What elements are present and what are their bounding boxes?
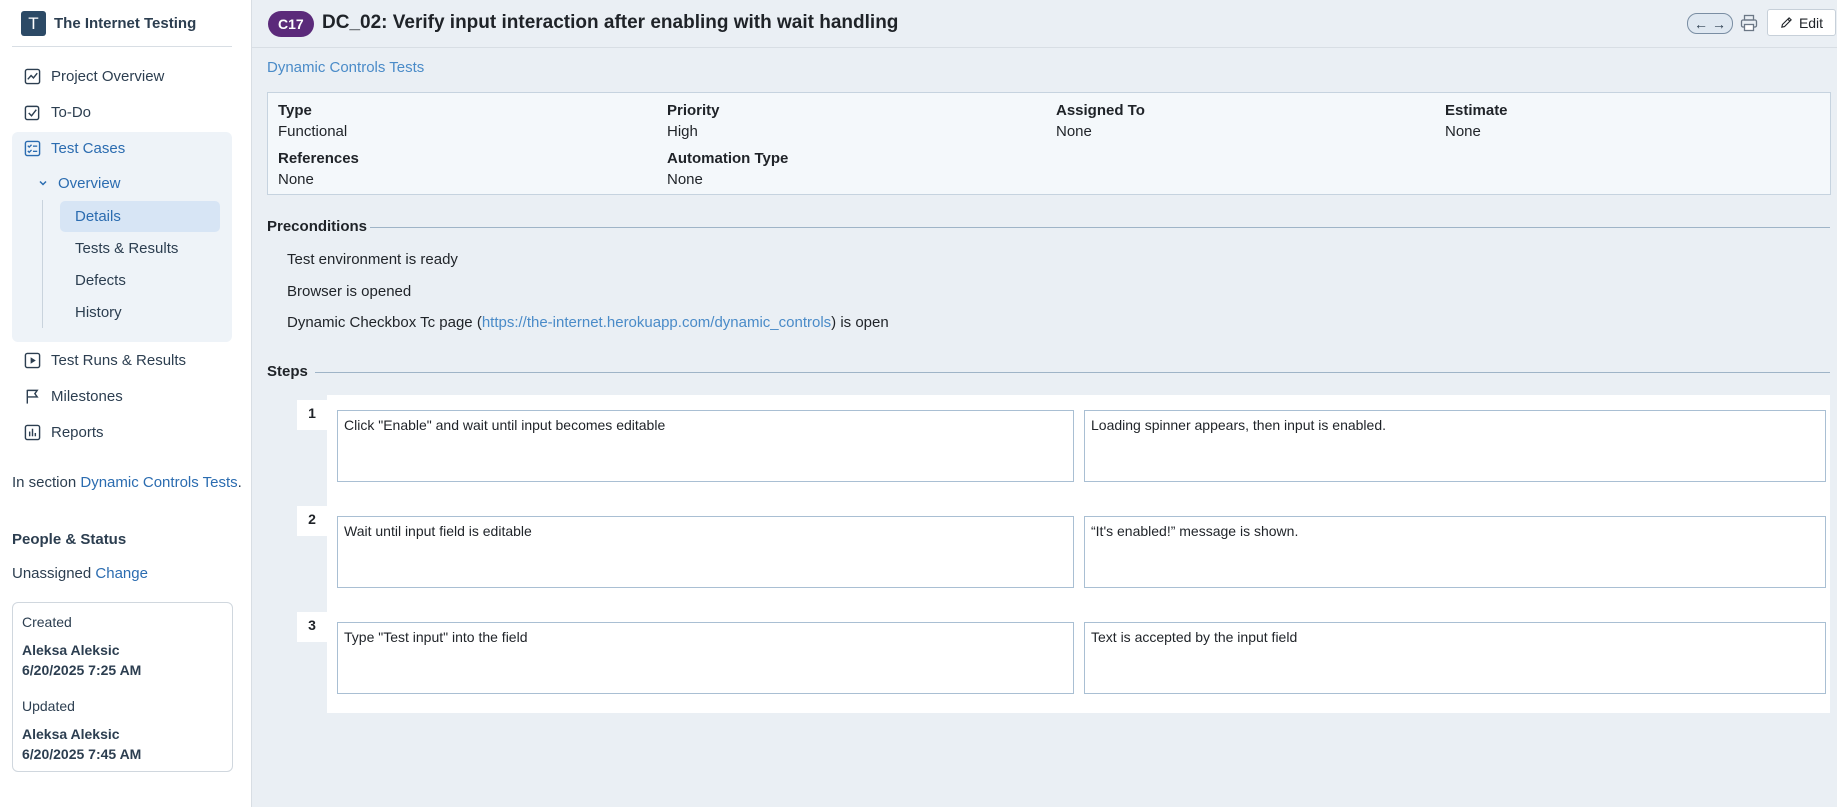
tree-line [42,200,43,328]
created-label: Created [22,614,72,630]
step-action: Click "Enable" and wait until input beco… [337,410,1074,482]
field-assigned-to: Assigned To None [1056,102,1145,140]
chart-line-icon [24,68,41,84]
field-value: None [667,171,703,188]
assignment-status: Unassigned [12,565,92,582]
created-by: Aleksa Aleksic [22,642,120,658]
nav-label: Reports [51,423,104,441]
sub-item-label: Details [75,208,121,225]
assignment-row: Unassigned Change [12,565,148,582]
audit-card: Created Aleksa Aleksic 6/20/2025 7:25 AM… [12,602,233,772]
sub-item-label: Tests & Results [75,240,179,257]
step-number: 2 [297,506,327,536]
change-assignee-link[interactable]: Change [95,565,148,582]
precondition-text: ) is open [831,314,889,331]
field-estimate: Estimate None [1445,102,1508,140]
section-prefix: In section [12,474,81,491]
nav-todo[interactable]: To-Do [12,95,232,129]
print-icon[interactable] [1740,14,1758,32]
section-link[interactable]: Dynamic Controls Tests [80,474,237,491]
pencil-icon [1781,17,1792,28]
field-value: High [667,123,698,140]
sub-item-history[interactable]: History [60,297,220,328]
nav-label: Milestones [51,387,123,405]
field-value: None [1056,123,1092,140]
sub-item-tests-results[interactable]: Tests & Results [60,233,220,264]
breadcrumb-section-link[interactable]: Dynamic Controls Tests [267,59,424,76]
people-status-heading: People & Status [12,531,127,548]
checkbox-icon [24,105,40,120]
bar-chart-icon [24,424,41,440]
prev-next-control: ← → [1687,13,1733,34]
steps-heading: Steps [267,363,308,380]
step-action: Wait until input field is editable [337,516,1074,588]
precondition-url-link[interactable]: https://the-internet.herokuapp.com/dynam… [482,314,831,331]
field-value: Functional [278,123,348,140]
field-automation-type: Automation Type None [667,150,788,188]
project-name: The Internet Testing [54,15,197,32]
nav-overview[interactable]: Overview [38,173,121,193]
divider [12,46,232,47]
sub-item-label: History [75,304,122,321]
nav-project-overview[interactable]: Project Overview [12,59,232,93]
nav-test-runs[interactable]: Test Runs & Results [12,343,232,377]
project-switcher[interactable]: T The Internet Testing [21,11,232,36]
nav-label: Overview [58,174,121,192]
divider [370,227,1830,228]
edit-button[interactable]: Edit [1767,9,1836,36]
created-at: 6/20/2025 7:25 AM [22,662,142,678]
nav-label: Test Runs & Results [51,351,187,369]
updated-at: 6/20/2025 7:45 AM [22,746,142,762]
field-type: Type Functional [278,102,347,140]
updated-label: Updated [22,698,75,714]
field-references: References None [278,150,359,188]
field-label: Type [278,102,312,119]
step-expected-result: “It's enabled!” message is shown. [1084,516,1826,588]
nav-milestones[interactable]: Milestones [12,379,232,413]
nav-label: To-Do [51,103,92,121]
section-suffix: . [237,474,242,491]
sub-item-label: Defects [75,272,126,289]
case-header: C17 DC_02: Verify input interaction afte… [252,0,1837,48]
nav-reports[interactable]: Reports [12,415,232,449]
chevron-down-icon [39,180,47,186]
section-info: In section Dynamic Controls Tests. [12,474,242,491]
step-number: 3 [297,612,327,642]
precondition-text: Dynamic Checkbox Tc page ( [287,314,482,331]
sub-item-defects[interactable]: Defects [60,265,220,296]
nav-label: Test Cases [51,139,126,157]
edit-label: Edit [1798,14,1824,31]
step-expected-result: Text is accepted by the input field [1084,622,1826,694]
case-id-badge: C17 [268,11,314,37]
checklist-icon [24,140,41,156]
step-number: 1 [297,400,327,430]
field-value: None [1445,123,1481,140]
page-title: DC_02: Verify input interaction after en… [322,12,899,33]
play-box-icon [24,352,41,368]
field-label: Estimate [1445,102,1508,119]
flag-icon [26,389,39,404]
nav-test-cases[interactable]: Test Cases [12,131,232,165]
precondition-item: Test environment is ready [287,251,458,268]
divider [315,372,1830,373]
field-label: Automation Type [667,150,789,167]
precondition-item: Browser is opened [287,283,412,300]
sub-item-details[interactable]: Details [60,201,220,232]
preconditions-heading: Preconditions [267,218,368,235]
precondition-item: Dynamic Checkbox Tc page (https://the-in… [287,314,889,331]
arrow-right-icon[interactable]: → [1712,17,1726,31]
project-logo: T [21,11,46,36]
updated-by: Aleksa Aleksic [22,726,120,742]
arrow-left-icon[interactable]: ← [1694,17,1708,31]
sidebar: T The Internet Testing Project Overview … [0,0,252,807]
step-expected-result: Loading spinner appears, then input is e… [1084,410,1826,482]
field-label: References [278,150,359,167]
field-label: Assigned To [1056,102,1145,119]
nav-label: Project Overview [51,67,165,85]
step-action: Type "Test input" into the field [337,622,1074,694]
field-value: None [278,171,314,188]
case-fields: Type Functional Priority High Assigned T… [267,92,1831,195]
field-label: Priority [667,102,720,119]
field-priority: Priority High [667,102,720,140]
